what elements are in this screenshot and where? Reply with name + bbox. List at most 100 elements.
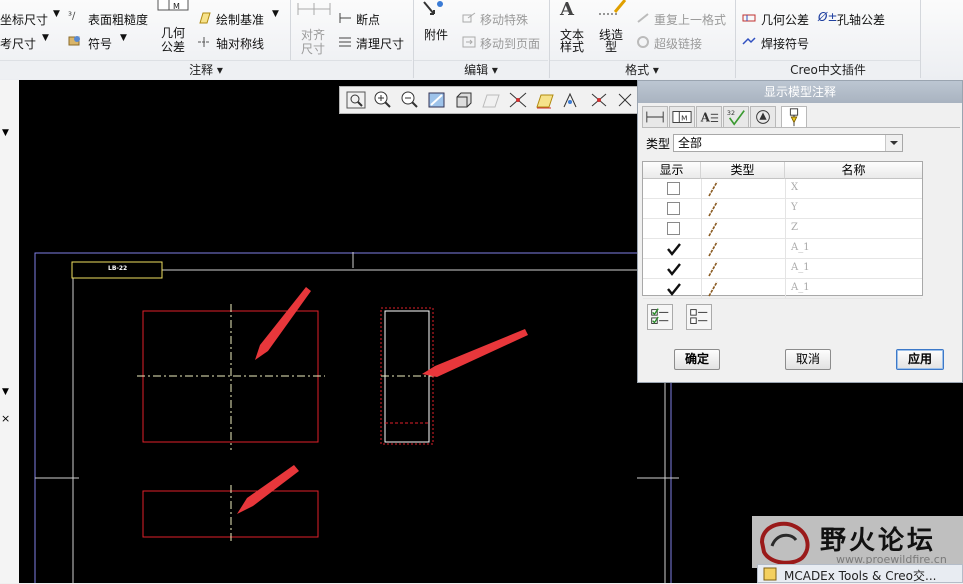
table-row[interactable]: A_1 bbox=[643, 279, 922, 299]
attach-button[interactable]: 附件 bbox=[424, 26, 448, 43]
datum-display-icon[interactable] bbox=[480, 90, 502, 110]
annotation-name: A_1 bbox=[791, 282, 810, 293]
break-icon bbox=[339, 13, 351, 23]
draw-datum-button[interactable]: 绘制基准 bbox=[216, 11, 264, 28]
break-button[interactable]: 断点 bbox=[356, 11, 380, 28]
table-row[interactable]: A_1 bbox=[643, 259, 922, 279]
table-row[interactable]: Z bbox=[643, 219, 922, 239]
forum-logo-icon bbox=[759, 521, 810, 565]
dropdown-icon[interactable]: ▼ bbox=[120, 33, 127, 43]
close-icon[interactable]: × bbox=[1, 412, 10, 425]
geo-tol-button-line2[interactable]: 公差 bbox=[161, 38, 185, 55]
dropdown-icon[interactable]: ▼ bbox=[53, 9, 60, 19]
column-header-type[interactable]: 类型 bbox=[701, 162, 785, 179]
refit-icon[interactable] bbox=[345, 90, 367, 110]
text-style-button-line2[interactable]: 样式 bbox=[560, 38, 584, 55]
symbol-button[interactable]: 符号 bbox=[88, 35, 112, 52]
tab-notes-icon[interactable]: A bbox=[696, 106, 722, 128]
side-view-rect bbox=[384, 310, 430, 443]
hole-shaft-tol-button[interactable]: 孔轴公差 bbox=[837, 11, 885, 28]
tab-gtol-icon[interactable]: M bbox=[669, 106, 695, 128]
repaint-icon[interactable] bbox=[426, 90, 448, 110]
chevron-down-icon[interactable] bbox=[885, 135, 902, 151]
column-divider bbox=[701, 219, 702, 239]
move-special-button[interactable]: 移动特殊 bbox=[480, 11, 528, 28]
display-style-icon[interactable] bbox=[453, 90, 475, 110]
csys-display-icon[interactable] bbox=[588, 90, 610, 110]
ok-button[interactable]: 确定 bbox=[674, 349, 720, 370]
checkbox-checked[interactable] bbox=[667, 262, 681, 276]
table-row[interactable]: Y bbox=[643, 199, 922, 219]
axis-display-icon[interactable] bbox=[507, 90, 529, 110]
table-row[interactable]: A_1 bbox=[643, 239, 922, 259]
tab-datums-icon[interactable] bbox=[781, 106, 807, 128]
datum-axis-icon bbox=[707, 181, 719, 200]
plugin-geo-tol-button[interactable]: 几何公差 bbox=[761, 11, 809, 28]
column-header-show[interactable]: 显示 bbox=[643, 162, 701, 179]
plane-display-icon[interactable] bbox=[534, 90, 556, 110]
table-row[interactable]: X bbox=[643, 179, 922, 199]
dropdown-icon[interactable]: ▼ bbox=[2, 128, 9, 138]
apply-button[interactable]: 应用 bbox=[896, 349, 944, 370]
axis-symmetry-button[interactable]: 轴对称线 bbox=[216, 35, 264, 52]
taskbar-item[interactable]: MCADEx Tools & Creo交... bbox=[757, 564, 963, 583]
type-select-value: 全部 bbox=[678, 136, 703, 150]
forum-title: 野火论坛 bbox=[820, 526, 937, 556]
dropdown-icon[interactable]: ▼ bbox=[42, 33, 49, 43]
column-header-name[interactable]: 名称 bbox=[785, 162, 922, 179]
surface-roughness-button[interactable]: 表面粗糙度 bbox=[88, 11, 148, 28]
zoom-in-icon[interactable] bbox=[372, 90, 394, 110]
tab-dimensions-icon[interactable] bbox=[642, 106, 668, 128]
weld-symbol-button[interactable]: 焊接符号 bbox=[761, 35, 809, 52]
hole-shaft-icon: Ø± bbox=[818, 10, 838, 24]
annotation-name: Z bbox=[791, 222, 798, 233]
annotation-arrow bbox=[422, 329, 528, 377]
annotation-display-icon[interactable] bbox=[615, 90, 637, 110]
line-style-button-line2[interactable]: 型 bbox=[605, 38, 617, 55]
title-tag-text: LB-22 bbox=[108, 265, 128, 272]
plugin-group-label[interactable]: Creo中文插件 bbox=[736, 60, 920, 79]
point-display-icon[interactable] bbox=[561, 90, 583, 110]
column-divider bbox=[701, 179, 702, 199]
annotation-arrow bbox=[237, 465, 299, 514]
hyperlink-button[interactable]: 超级链接 bbox=[654, 35, 702, 52]
ref-dim-button[interactable]: 考尺寸 bbox=[0, 35, 36, 52]
column-divider bbox=[785, 199, 786, 219]
tab-symbols-icon[interactable] bbox=[750, 106, 776, 128]
dropdown-icon[interactable]: ▼ bbox=[2, 387, 9, 397]
checkbox[interactable] bbox=[667, 202, 680, 215]
checkbox[interactable] bbox=[667, 222, 680, 235]
app-icon bbox=[763, 567, 777, 581]
checkbox-checked[interactable] bbox=[667, 242, 681, 256]
zoom-out-icon[interactable] bbox=[399, 90, 421, 110]
select-all-icon[interactable] bbox=[647, 304, 673, 330]
graphics-toolbar bbox=[339, 86, 641, 114]
tab-surface-finish-icon[interactable]: 32 bbox=[723, 106, 749, 128]
checkbox-checked[interactable] bbox=[667, 282, 681, 296]
align-dim-button-line2[interactable]: 尺寸 bbox=[301, 40, 325, 57]
column-divider bbox=[701, 259, 702, 279]
cleanup-dim-button[interactable]: 清理尺寸 bbox=[356, 35, 404, 52]
geo-tol-plugin-icon bbox=[742, 14, 756, 22]
cancel-button[interactable]: 取消 bbox=[785, 349, 831, 370]
datum-axis-icon bbox=[707, 261, 719, 280]
type-select[interactable]: 全部 bbox=[673, 134, 903, 152]
column-divider bbox=[701, 199, 702, 219]
deselect-all-icon[interactable] bbox=[686, 304, 712, 330]
format-group-label[interactable]: 格式 ▾ bbox=[550, 60, 734, 79]
checkbox[interactable] bbox=[667, 182, 680, 195]
coord-dim-button[interactable]: 坐标尺寸 bbox=[0, 11, 48, 28]
column-divider bbox=[785, 239, 786, 259]
annotation-name: A_1 bbox=[791, 262, 810, 273]
weld-symbol-icon bbox=[742, 37, 756, 45]
svg-text:32: 32 bbox=[727, 110, 735, 117]
move-to-page-button[interactable]: 移动到页面 bbox=[480, 35, 540, 52]
svg-text:M: M bbox=[173, 2, 180, 11]
annotation-table: 显示 类型 名称 X Y Z A_1 A_1 A_1 bbox=[642, 161, 923, 299]
column-divider bbox=[701, 239, 702, 259]
repeat-last-format-button[interactable]: 重复上一格式 bbox=[654, 11, 726, 28]
symbol-icon bbox=[68, 36, 80, 46]
dropdown-icon[interactable]: ▼ bbox=[272, 9, 279, 19]
annotate-group-label[interactable]: 注释 ▾ bbox=[0, 60, 412, 79]
edit-group-label[interactable]: 编辑 ▾ bbox=[414, 60, 548, 79]
